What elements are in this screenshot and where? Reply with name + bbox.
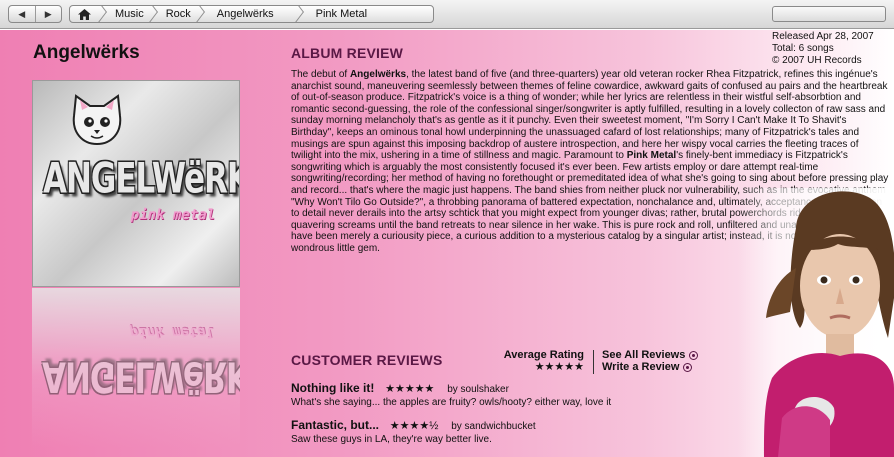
- circle-arrow-icon: [689, 350, 699, 360]
- cat-mascot-icon: [72, 94, 122, 146]
- circle-arrow-icon: [683, 362, 693, 372]
- reflection-logo-text: ANGELWëRKS: [42, 351, 240, 401]
- average-rating-stars: ★★★★★: [534, 361, 584, 373]
- review-stars: ★★★★½: [389, 420, 439, 432]
- review-links: See All Reviews Write a Review: [602, 349, 699, 373]
- track-count: Total: 6 songs: [772, 43, 834, 54]
- review-text-part: The debut of: [291, 69, 350, 80]
- review-album-name: Pink Metal: [626, 150, 677, 162]
- breadcrumb-home[interactable]: [70, 6, 107, 22]
- write-review-link[interactable]: Write a Review: [602, 361, 698, 373]
- divider: [593, 350, 594, 374]
- average-rating: Average Rating ★★★★★: [480, 349, 584, 373]
- release-info: Released Apr 28, 2007 Total: 6 songs © 2…: [772, 31, 874, 67]
- review-text-part: , the latest band of five (and three-qua…: [291, 69, 888, 162]
- album-review-heading: ALBUM REVIEW: [291, 45, 404, 61]
- history-buttons: ◀ ▶: [8, 5, 62, 23]
- album-cover[interactable]: ANGELWëRKS pink metal: [32, 80, 240, 287]
- customer-reviews-heading: CUSTOMER REVIEWS: [291, 352, 443, 368]
- see-all-reviews-link[interactable]: See All Reviews: [602, 349, 699, 361]
- customer-review: Fantastic, but... ★★★★½ by sandwichbucke…: [291, 418, 536, 445]
- write-review-label: Write a Review: [602, 361, 680, 373]
- artist-title[interactable]: Angelwërks: [33, 42, 140, 64]
- average-rating-label: Average Rating: [503, 349, 584, 361]
- review-author[interactable]: by sandwichbucket: [451, 421, 536, 432]
- review-author[interactable]: by soulshaker: [447, 384, 509, 395]
- navigation-bar: ◀ ▶ Music Rock Angelwërks Pink Metal: [0, 0, 894, 29]
- breadcrumb-album: Pink Metal: [315, 8, 368, 20]
- search-input[interactable]: [772, 6, 886, 22]
- album-cover-reflection: ANGELWëRKS pink metal: [32, 288, 240, 448]
- reflection-subtitle-text: pink metal: [128, 324, 216, 340]
- review-artist-name: Angelwërks: [349, 69, 407, 80]
- cover-logo-text: ANGELWëRKS: [43, 154, 239, 204]
- breadcrumb-music[interactable]: Music: [107, 6, 158, 22]
- cover-subtitle-text: pink metal: [129, 207, 217, 223]
- breadcrumb-rock[interactable]: Rock: [158, 6, 205, 22]
- breadcrumb: Music Rock Angelwërks Pink Metal: [69, 5, 434, 23]
- customer-review: Nothing like it! ★★★★★ by soulshaker Wha…: [291, 381, 611, 408]
- album-page: Angelwërks ANGELWëRKS pink metal ANGELWë…: [0, 30, 894, 457]
- release-date: Released Apr 28, 2007: [772, 31, 874, 42]
- copyright: © 2007 UH Records: [772, 55, 862, 66]
- forward-arrow-icon[interactable]: ▶: [34, 6, 62, 22]
- back-arrow-icon[interactable]: ◀: [9, 6, 35, 22]
- artist-photo: [738, 188, 894, 457]
- review-title: Nothing like it!: [291, 381, 375, 395]
- home-icon: [78, 8, 91, 20]
- see-all-reviews-label: See All Reviews: [602, 349, 686, 361]
- review-text: Saw these guys in LA, they're way better…: [291, 434, 492, 445]
- breadcrumb-artist[interactable]: Angelwërks: [205, 6, 304, 22]
- review-title: Fantastic, but...: [291, 418, 380, 432]
- review-stars: ★★★★★: [385, 383, 435, 395]
- review-text: What's she saying... the apples are frui…: [291, 397, 612, 408]
